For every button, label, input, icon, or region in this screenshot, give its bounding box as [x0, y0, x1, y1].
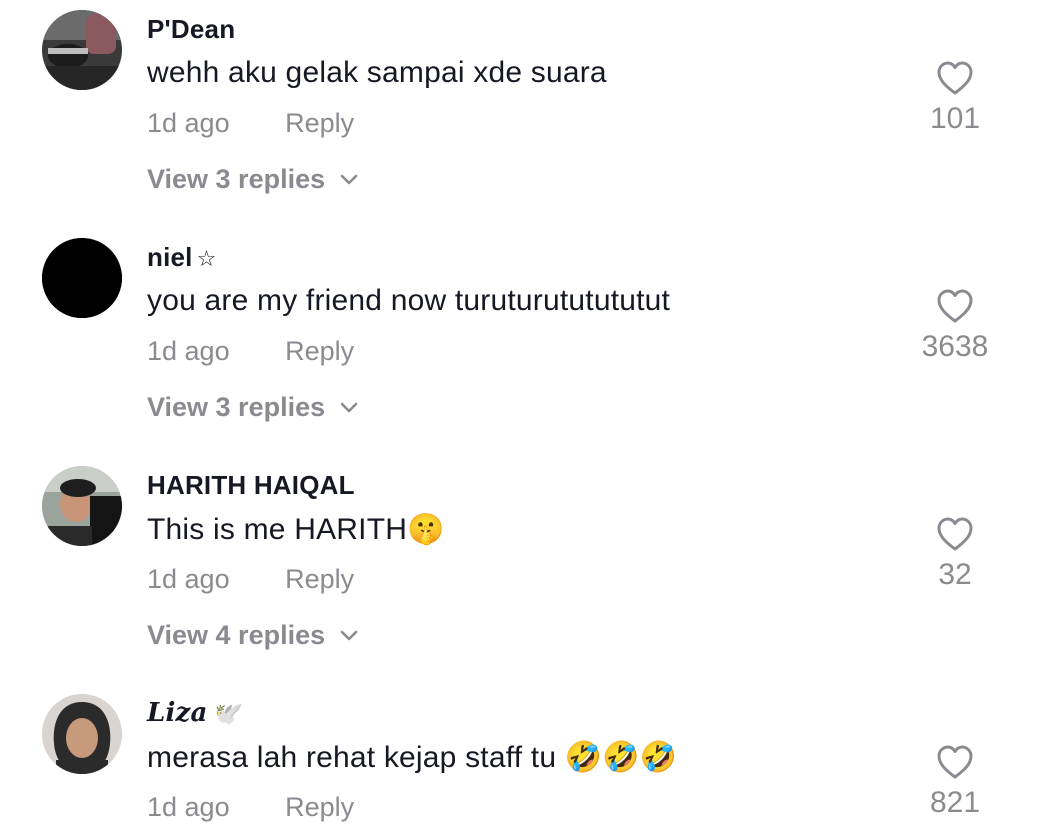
- comment-list: P'Dean wehh aku gelak sampai xde suara 1…: [0, 0, 1040, 832]
- like-count: 3638: [921, 330, 989, 363]
- dove-icon: 🕊️: [211, 702, 240, 727]
- view-replies-button[interactable]: View 3 replies: [147, 164, 359, 195]
- chevron-down-icon: [340, 402, 358, 412]
- view-replies-button[interactable]: View 4 replies: [147, 620, 359, 651]
- timestamp: 1d ago: [147, 336, 230, 366]
- timestamp: 1d ago: [147, 564, 230, 594]
- like-button[interactable]: 32: [910, 516, 1000, 592]
- chevron-down-icon: [340, 174, 358, 184]
- avatar[interactable]: [42, 694, 122, 774]
- username[interactable]: P'Dean: [147, 14, 235, 45]
- reply-button[interactable]: Reply: [285, 108, 354, 138]
- username[interactable]: HARITH HAIQAL: [147, 470, 355, 501]
- username-text: HARITH HAIQAL: [147, 470, 355, 500]
- view-replies-label: View 3 replies: [147, 392, 326, 422]
- comment-text: wehh aku gelak sampai xde suara: [147, 56, 607, 89]
- comment-meta: 1d ago Reply: [147, 108, 354, 139]
- view-replies-label: View 4 replies: [147, 620, 326, 650]
- comment-item: HARITH HAIQAL This is me HARITH🤫 1d ago …: [0, 456, 1040, 684]
- avatar[interactable]: [42, 10, 122, 90]
- like-count: 101: [929, 102, 981, 135]
- like-button[interactable]: 3638: [910, 288, 1000, 364]
- username-text: Liza: [147, 698, 208, 728]
- like-count: 32: [938, 558, 972, 591]
- comment-text: you are my friend now turuturututututut: [147, 284, 671, 317]
- comment-meta: 1d ago Reply: [147, 336, 354, 367]
- star-icon: ☆: [196, 246, 217, 271]
- username[interactable]: niel ☆: [147, 242, 217, 273]
- comment-item: Liza 🕊️ merasa lah rehat kejap staff tu 🤣…: [0, 684, 1040, 832]
- timestamp: 1d ago: [147, 108, 230, 138]
- heart-icon: [937, 61, 973, 95]
- username-text: niel: [147, 242, 193, 272]
- black-circle-avatar-icon: [42, 238, 122, 318]
- reply-button[interactable]: Reply: [285, 336, 354, 366]
- avatar[interactable]: [42, 466, 122, 546]
- like-count: 821: [929, 786, 981, 819]
- timestamp: 1d ago: [147, 792, 230, 822]
- comment-text: This is me HARITH🤫: [147, 513, 445, 546]
- comment-item: niel ☆ you are my friend now turuturututu…: [0, 228, 1040, 456]
- heart-icon: [937, 517, 973, 551]
- reply-button[interactable]: Reply: [285, 792, 354, 822]
- comment-meta: 1d ago Reply: [147, 564, 354, 595]
- avatar[interactable]: [42, 238, 122, 318]
- person-photo-avatar-icon: [42, 466, 122, 546]
- username-text: P'Dean: [147, 14, 236, 44]
- username[interactable]: Liza 🕊️: [147, 698, 239, 728]
- comment-item: P'Dean wehh aku gelak sampai xde suara 1…: [0, 0, 1040, 228]
- view-replies-label: View 3 replies: [147, 164, 326, 194]
- reply-button[interactable]: Reply: [285, 564, 354, 594]
- heart-icon: [937, 745, 973, 779]
- comment-text: merasa lah rehat kejap staff tu 🤣🤣🤣: [147, 741, 678, 774]
- heart-icon: [937, 289, 973, 323]
- view-replies-button[interactable]: View 3 replies: [147, 392, 359, 423]
- hijab-person-photo-avatar-icon: [42, 694, 122, 774]
- like-button[interactable]: 821: [910, 744, 1000, 820]
- car-interior-photo-avatar-icon: [42, 10, 122, 90]
- chevron-down-icon: [340, 630, 358, 640]
- comment-meta: 1d ago Reply: [147, 792, 354, 823]
- like-button[interactable]: 101: [910, 60, 1000, 136]
